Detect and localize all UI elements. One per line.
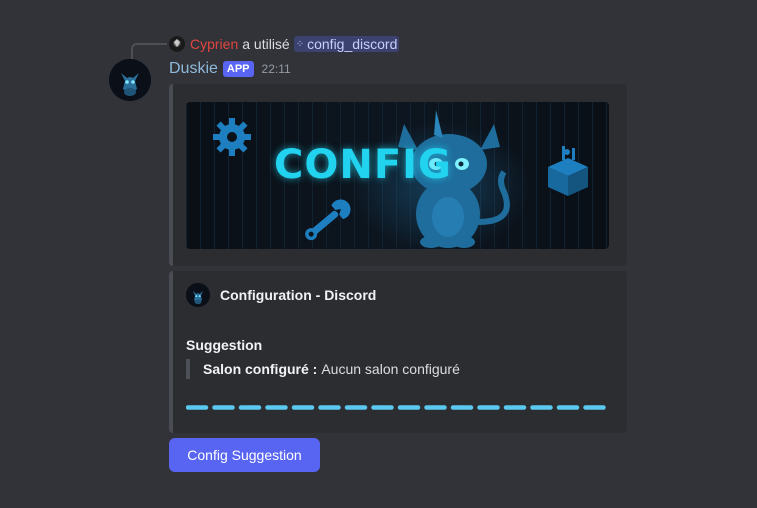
dashed-divider xyxy=(186,405,606,410)
config-suggestion-button[interactable]: Config Suggestion xyxy=(169,438,320,472)
quote-label: Salon configuré : xyxy=(203,361,318,377)
message-header: Duskie APP 22:11 xyxy=(169,60,291,78)
bot-avatar[interactable] xyxy=(109,59,151,101)
slash-command-icon: ⁘ xyxy=(295,38,304,50)
command-mention[interactable]: ⁘ config_discord xyxy=(293,36,400,52)
configuration-embed: Configuration - Discord Suggestion Salon… xyxy=(169,271,627,433)
embed-author-icon xyxy=(186,283,210,307)
field-title: Suggestion xyxy=(186,337,263,353)
reply-username[interactable]: Cyprien xyxy=(190,36,238,52)
author-username[interactable]: Duskie xyxy=(169,60,218,78)
reply-reference[interactable]: Cyprien a utilisé ⁘ config_discord xyxy=(169,34,400,54)
quote-value: Aucun salon configuré xyxy=(321,361,460,377)
reply-action-text: a utilisé xyxy=(242,36,290,52)
app-badge: APP xyxy=(222,61,254,77)
config-banner-image[interactable]: CONFIG xyxy=(186,102,609,249)
banner-embed: CONFIG xyxy=(169,84,627,266)
field-quote: Salon configuré : Aucun salon configuré xyxy=(186,359,460,379)
embed-author-name: Configuration - Discord xyxy=(220,287,377,303)
banner-title: CONFIG xyxy=(274,142,452,188)
reply-connector xyxy=(131,43,167,59)
embed-author: Configuration - Discord xyxy=(186,283,376,307)
command-name: config_discord xyxy=(307,36,398,52)
message-timestamp[interactable]: 22:11 xyxy=(262,62,291,76)
reply-user-avatar[interactable] xyxy=(169,36,185,52)
